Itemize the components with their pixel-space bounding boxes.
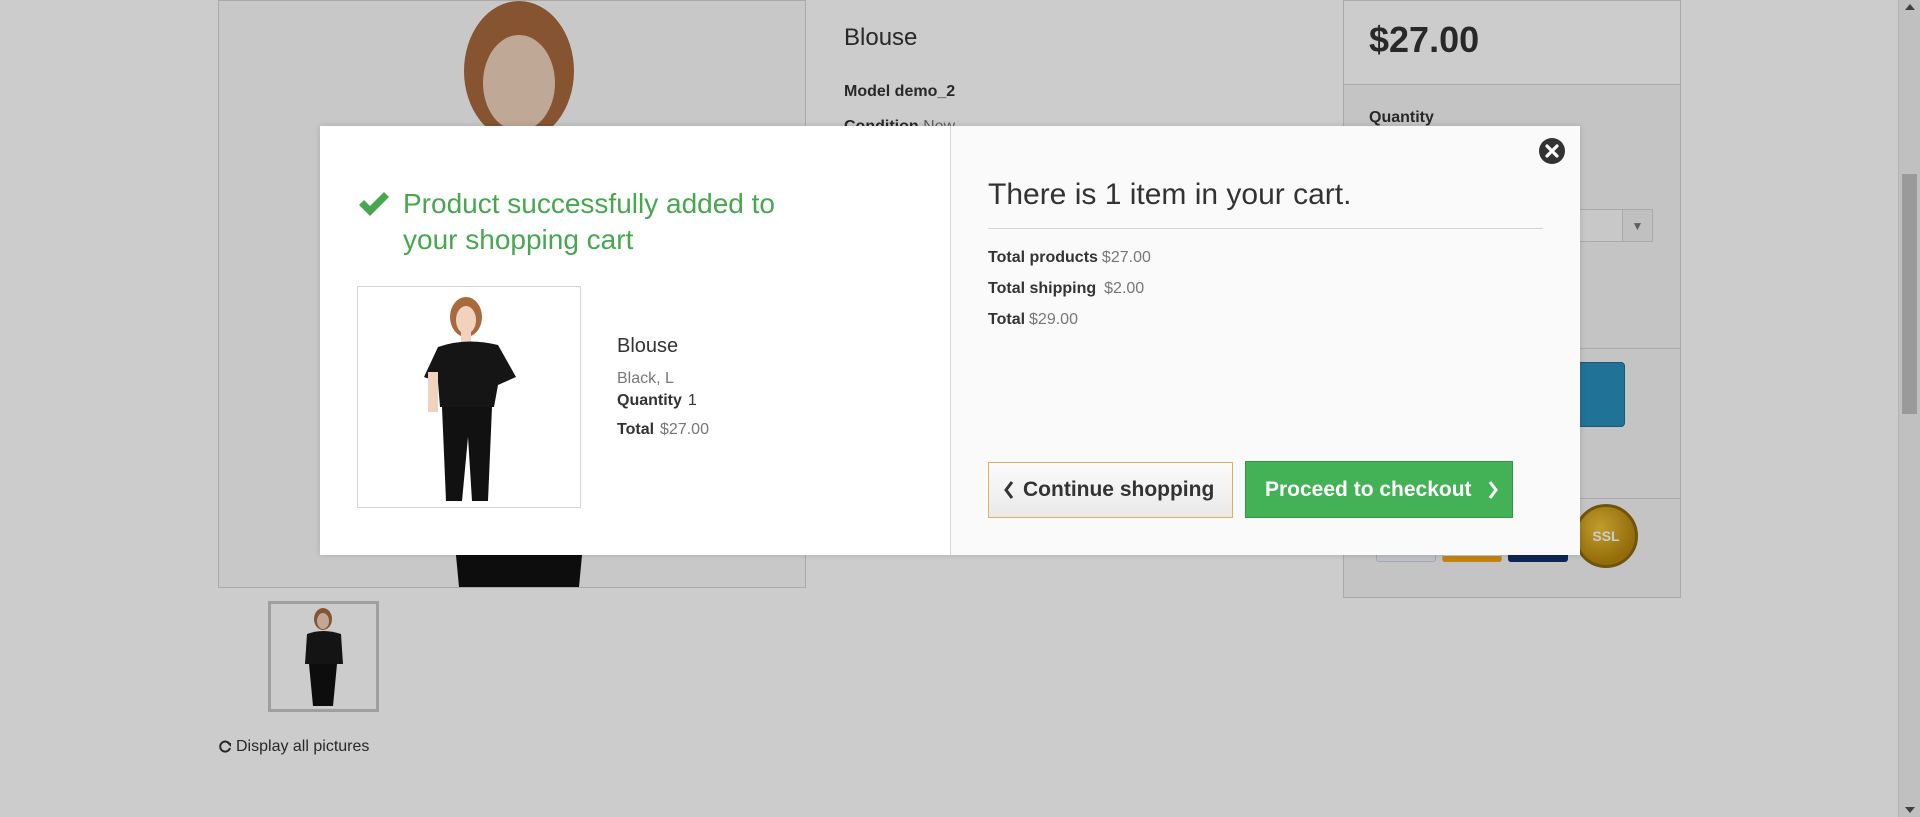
total-shipping-line: Total shipping $2.00 [988, 280, 1543, 298]
add-to-cart-modal: Product successfully added to your shopp… [320, 126, 1580, 555]
quantity-value: 1 [687, 392, 697, 409]
proceed-to-checkout-label: Proceed to checkout [1265, 477, 1472, 501]
modal-cart-panel: There is 1 item in your cart. Total prod… [951, 126, 1580, 555]
total-shipping-value: $2.00 [1104, 280, 1145, 297]
modal-product-panel: Product successfully added to your shopp… [320, 126, 951, 555]
proceed-to-checkout-button[interactable]: Proceed to checkout [1245, 461, 1513, 518]
continue-shopping-button[interactable]: Continue shopping [988, 462, 1233, 518]
cart-summary: Total products $27.00 Total shipping $2.00… [988, 249, 1543, 329]
checkmark-icon [359, 192, 389, 216]
total-products-value: $27.00 [1101, 249, 1151, 266]
total-products-label: Total products [988, 249, 1098, 266]
chevron-right-icon [1488, 480, 1498, 499]
cart-heading: There is 1 item in your cart. [988, 178, 1543, 229]
cart-product-info: Blouse Black, L Quantity 1 Total $27.00 [617, 335, 709, 439]
cart-total-label: Total [988, 311, 1026, 328]
total-products-line: Total products $27.00 [988, 249, 1543, 267]
chevron-left-icon [1004, 481, 1014, 499]
quantity-label: Quantity [617, 392, 682, 409]
success-message: Product successfully added to your shopp… [403, 188, 775, 255]
cart-product-total: Total $27.00 [617, 421, 709, 439]
total-label: Total [617, 421, 655, 438]
total-shipping-label: Total shipping [988, 280, 1097, 297]
cart-product-name: Blouse [617, 335, 679, 357]
product-photo [358, 287, 580, 507]
cart-total-line: Total $29.00 [988, 311, 1543, 329]
continue-shopping-label: Continue shopping [1023, 478, 1215, 501]
cart-product-attributes: Black, L [617, 370, 674, 387]
cart-product-image [357, 286, 581, 508]
cart-product-quantity: Quantity 1 [617, 392, 709, 410]
total-value: $27.00 [660, 421, 709, 438]
success-header: Product successfully added to your shopp… [357, 186, 950, 258]
cart-total-value: $29.00 [1029, 311, 1078, 328]
close-icon[interactable] [1538, 137, 1566, 165]
